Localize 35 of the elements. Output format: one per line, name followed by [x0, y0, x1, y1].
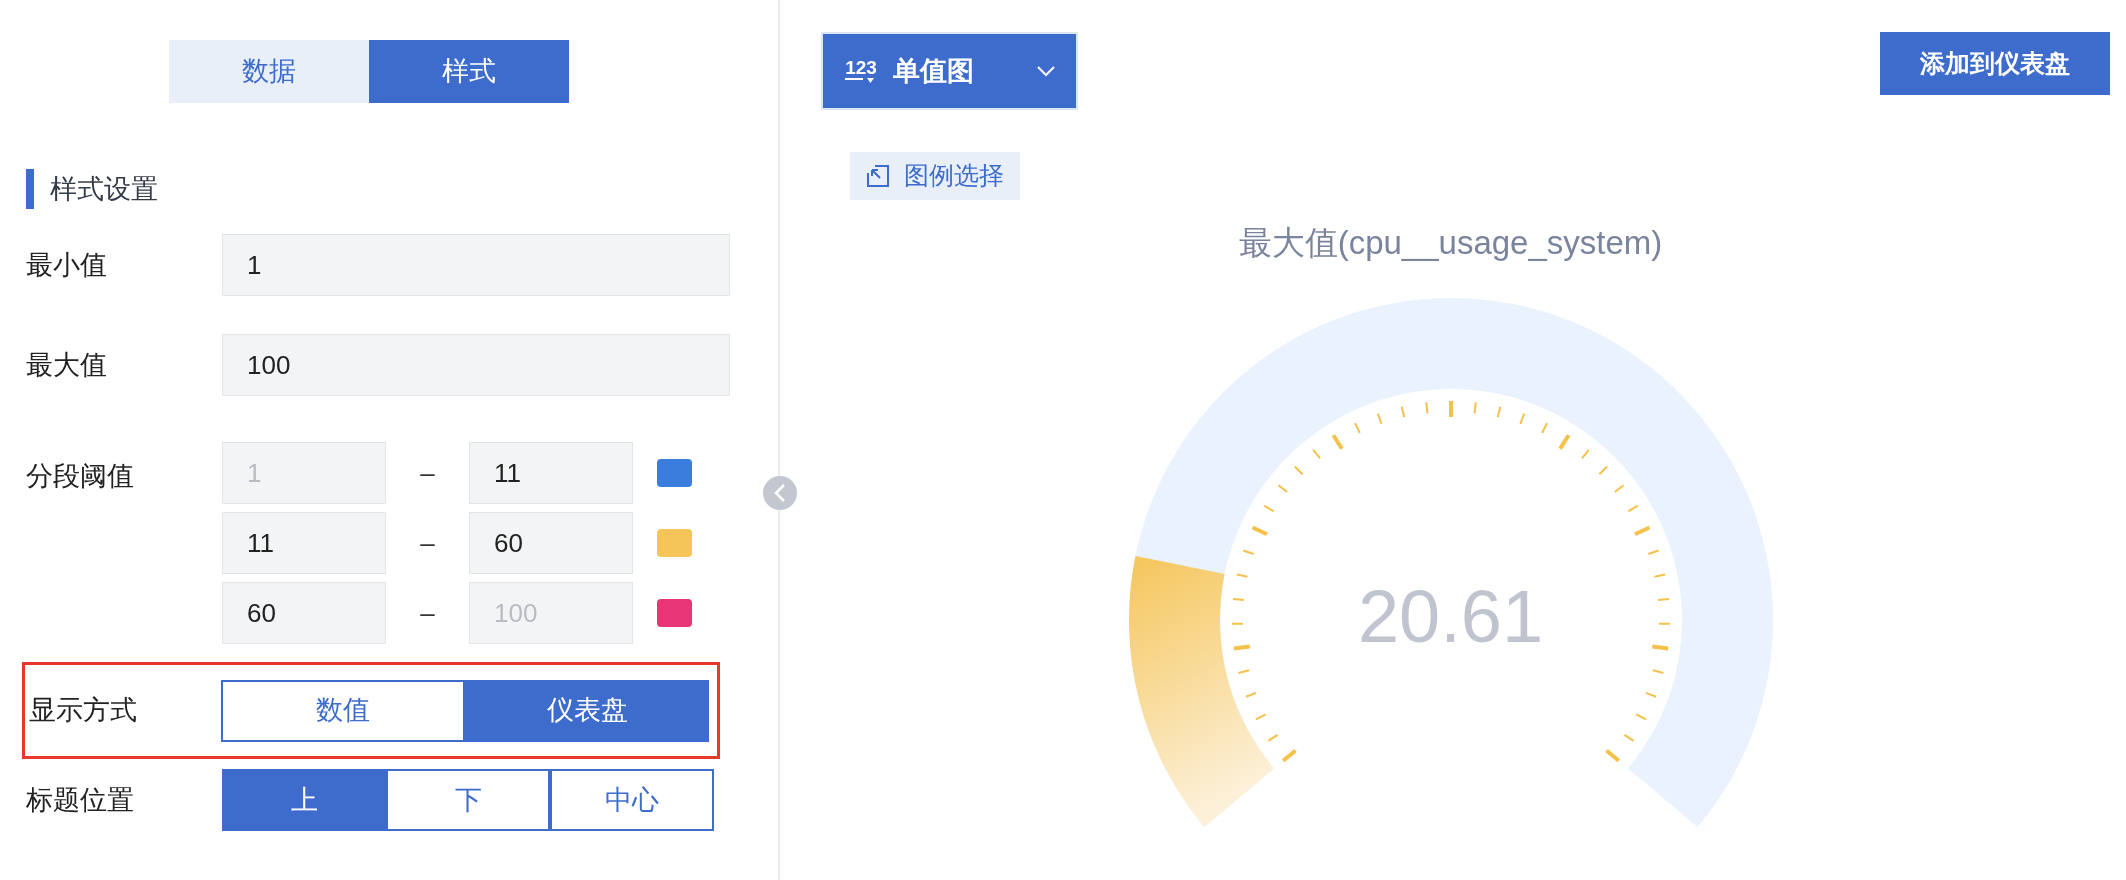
tab[interactable]: 样式	[369, 40, 569, 103]
field-label: 最小值	[26, 248, 108, 282]
tab[interactable]: 数据	[169, 40, 369, 103]
chevron-left-icon	[773, 483, 787, 503]
range-dash: –	[419, 596, 436, 630]
input-field[interactable]: 11	[222, 512, 386, 574]
color-swatch[interactable]	[657, 529, 692, 557]
input-field[interactable]: 11	[469, 442, 633, 504]
segment-option[interactable]: 下	[386, 769, 550, 831]
field-label: 显示方式	[29, 694, 138, 728]
field-label: 分段阈值	[26, 460, 135, 493]
segment-option[interactable]: 数值	[221, 679, 465, 742]
field-label: 标题位置	[26, 783, 135, 817]
field-label: 最大值	[26, 348, 108, 382]
gauge-value: 20.61	[1356, 579, 1545, 654]
range-dash: –	[419, 456, 436, 490]
legend-select-button[interactable]: 图例选择	[850, 152, 1020, 200]
input-field[interactable]: 100	[222, 334, 730, 396]
section-marker	[26, 169, 34, 209]
chevron-down-icon	[1036, 65, 1056, 77]
collapse-handle[interactable]	[763, 476, 797, 510]
segment-option[interactable]: 中心	[550, 769, 714, 831]
section-title: 样式设置	[50, 172, 158, 206]
gauge-title: 最大值(cpu__usage_system)	[1238, 223, 1663, 263]
color-swatch[interactable]	[657, 599, 692, 627]
select-arrow-icon	[866, 164, 890, 188]
segment-option[interactable]: 上	[222, 769, 386, 831]
chart-type-dropdown[interactable]: 123 单值图	[821, 32, 1078, 110]
color-swatch[interactable]	[657, 459, 692, 487]
input-field[interactable]: 60	[469, 512, 633, 574]
input-field[interactable]: 60	[222, 582, 386, 644]
range-dash: –	[419, 526, 436, 560]
input-field[interactable]: 1	[222, 234, 730, 296]
segment-option[interactable]: 仪表盘	[465, 679, 709, 742]
add-to-dashboard-button[interactable]: 添加到仪表盘	[1880, 32, 2110, 95]
